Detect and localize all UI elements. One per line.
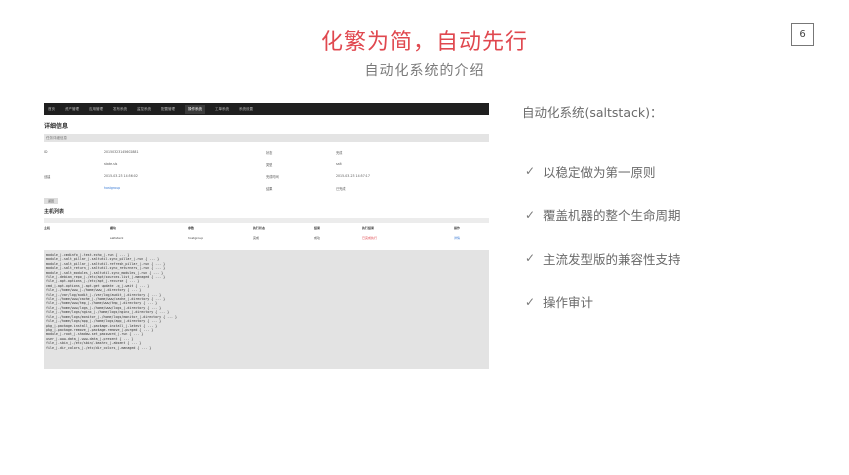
check-icon: ✓ [525,164,536,178]
screenshot-navbar: 首页 资产管理 应用管理 发布系统 监控系统 配置管理 操作系统 工单系统 系统设置 [44,103,489,115]
screenshot-kv-value: salt [336,162,342,166]
list-item-text: 主流发型版的兼容性支持 [543,251,681,267]
screenshot-kv-label: 状态 [266,151,273,155]
slide-subtitle: 自动化系统的介绍 [364,63,485,79]
screenshot-kv-value: 2015-03-23 14:57:17 [336,174,370,178]
screenshot-table-cell: 已完成执行 [362,236,378,240]
screenshot-log-line: file_|-dir_colors_|-/etc/dir_colors_|-ma… [46,345,152,350]
screenshot-kv-value: 20150323145602881 [104,150,139,154]
screenshot-table-cell: 成功 [314,236,321,240]
screenshot-table-header-cell: 执行状态 [253,226,266,230]
screenshot-kv-label: ID [44,150,48,154]
screenshot-kv-value: state.sls [104,162,118,166]
screenshot-host-list-title: 主机列表 [44,209,65,215]
list-item-text: 以稳定做为第一原则 [543,164,656,180]
screenshot-table-header-cell: 主机 [44,226,51,230]
check-icon: ✓ [525,251,536,265]
list-item-text: 操作审计 [543,295,594,310]
list-item: ✓ 主流发型版的兼容性支持 [525,250,681,267]
page-number: 6 [791,23,814,46]
screenshot-table-cell: 详情 [454,236,461,240]
screenshot-nav-item: 操作系统 [185,104,205,114]
screenshot-page-title: 详细信息 [44,123,69,130]
screenshot-table-header-cell: 模块 [110,226,117,230]
screenshot-kv-value: hostgroup [104,186,121,190]
screenshot-nav-item: 系统设置 [239,106,253,111]
screenshot-nav-item: 首页 [48,106,55,111]
slide-title: 化繁为简，自动先行 [320,30,528,55]
check-icon: ✓ [525,207,536,222]
check-icon: ✓ [525,294,536,309]
screenshot-nav-item: 发布系统 [113,106,127,111]
screenshot-nav-item: 工单系统 [215,106,229,111]
list-item: ✓ 覆盖机器的整个生命周期 [525,207,681,224]
screenshot-table-cell: saltstack [110,236,124,240]
embedded-screenshot: 首页 资产管理 应用管理 发布系统 监控系统 配置管理 操作系统 工单系统 系统设置 详细信息 … [44,103,489,369]
screenshot-table-header-cell: 参数 [188,226,195,230]
screenshot-kv-label: 创建 [44,175,51,179]
list-item-text: 覆盖机器的整个生命周期 [543,208,681,223]
screenshot-kv-label: 类型 [266,163,273,167]
screenshot-table-header-cell: 结果 [314,226,321,230]
feature-heading: 自动化系统(saltstack)： [522,105,663,120]
list-item: ✓ 操作审计 [525,294,681,311]
screenshot-kv-value: 已完成 [336,187,346,191]
screenshot-table-row: saltstack hostgroup 完成 成功 已完成执行 详情 [44,233,489,243]
screenshot-nav-item: 资产管理 [65,106,79,111]
screenshot-table-cell: hostgroup [188,236,204,240]
screenshot-nav-item: 配置管理 [161,106,175,111]
list-item: ✓ 以稳定做为第一原则 [525,163,681,180]
feature-list: ✓ 以稳定做为第一原则 ✓ 覆盖机器的整个生命周期 ✓ 主流发型版的兼容性支持 … [525,163,681,337]
screenshot-table-header: 主机 模块 参数 执行状态 结果 执行结果 操作 [44,223,489,233]
screenshot-log-output: module_|-cmdinfo_|-test.echo_|-run { ...… [44,250,489,369]
screenshot-nav-item: 应用管理 [89,106,103,111]
screenshot-kv-label: 完成时间 [266,175,279,179]
screenshot-table-header-cell: 操作 [454,226,461,230]
screenshot-kv-value: 2015-03-23 14:56:02 [104,174,138,178]
screenshot-detail-grid: ID 20150323145602881 状态 完成 state.sls 类型 salt 创建… [44,142,489,196]
screenshot-table-cell: 完成 [253,236,260,240]
screenshot-table-header-cell: 执行结果 [362,226,375,230]
screenshot-kv-value: 完成 [336,151,343,155]
screenshot-back-button: 返回 [44,198,58,204]
screenshot-kv-label: 结果 [266,187,273,191]
screenshot-section-bar: 任务详细信息 [44,134,489,142]
screenshot-nav-item: 监控系统 [137,106,151,111]
